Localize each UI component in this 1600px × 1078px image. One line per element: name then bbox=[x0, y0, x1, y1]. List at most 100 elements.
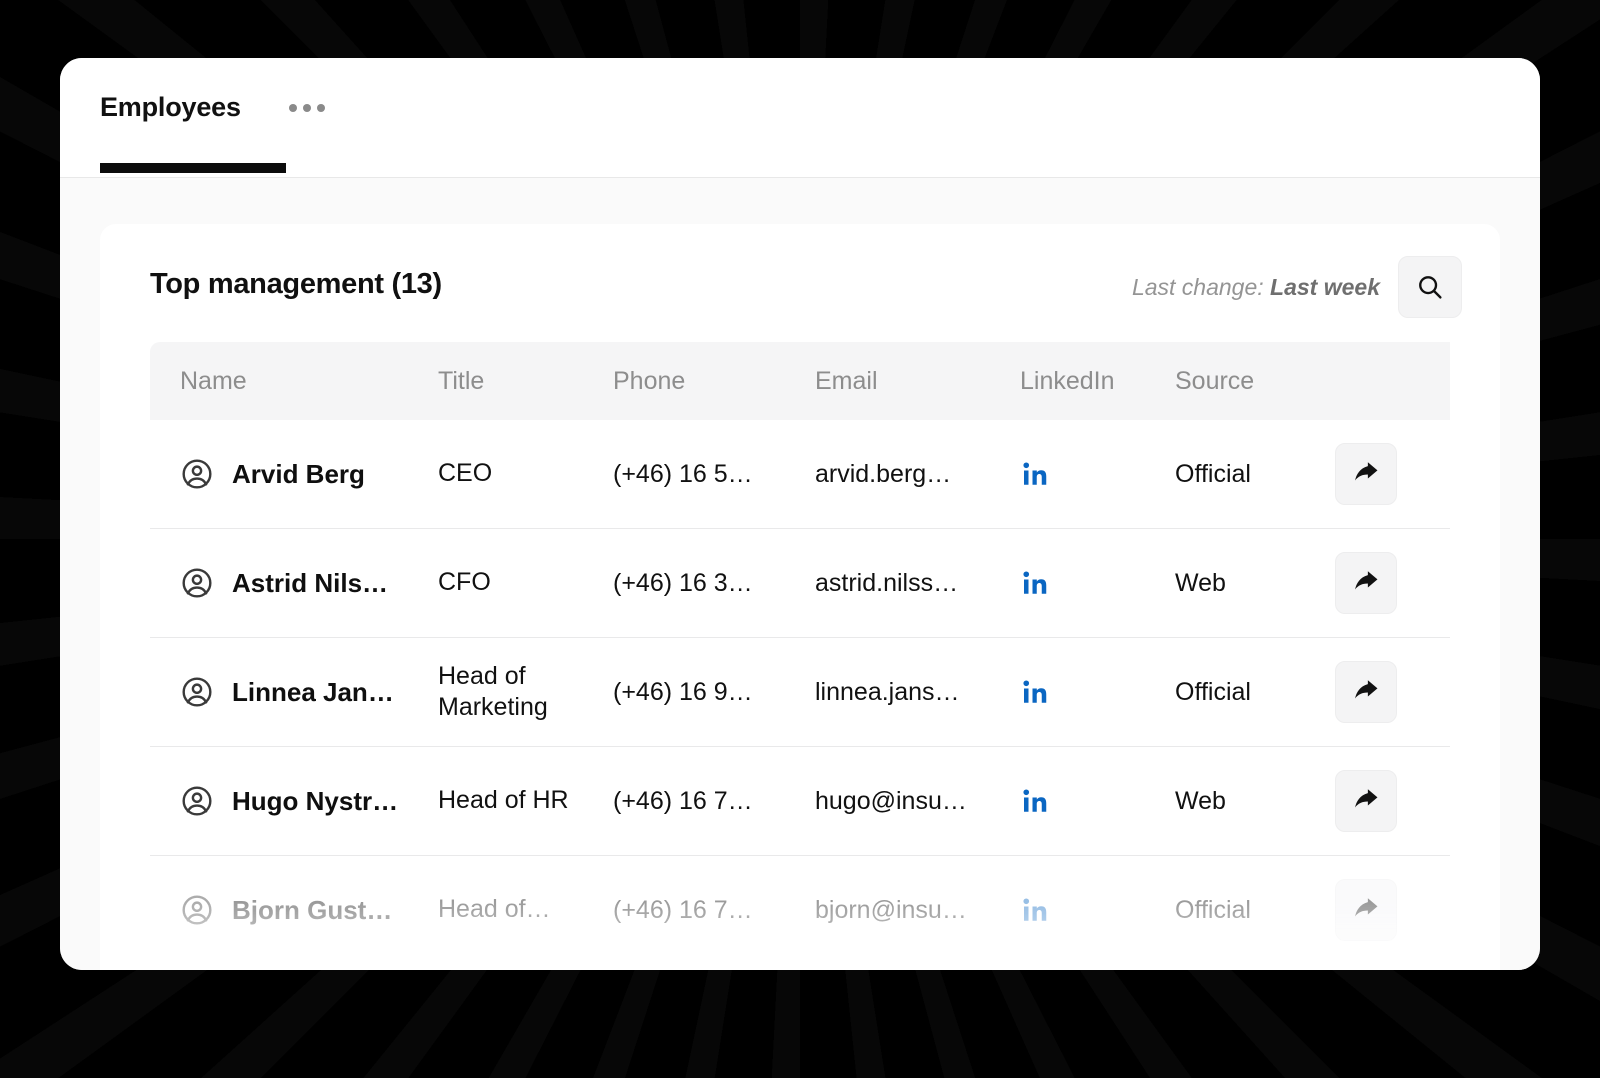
cell-actions bbox=[1335, 529, 1450, 638]
linkedin-icon[interactable] bbox=[1020, 895, 1050, 925]
cell-linkedin bbox=[1020, 747, 1175, 856]
linkedin-icon[interactable] bbox=[1020, 459, 1050, 489]
cell-phone: (+46) 16 3… bbox=[613, 529, 815, 638]
account-circle-icon bbox=[180, 784, 214, 818]
cell-phone: (+46) 16 5… bbox=[613, 420, 815, 529]
cell-linkedin bbox=[1020, 529, 1175, 638]
table-row[interactable]: Bjorn Gust… Head of… (+46) 16 7… bjorn@i… bbox=[150, 856, 1450, 965]
cell-linkedin bbox=[1020, 420, 1175, 529]
employee-name: Bjorn Gust… bbox=[232, 895, 392, 926]
employee-name: Hugo Nystr… bbox=[232, 786, 398, 817]
linkedin-icon[interactable] bbox=[1020, 786, 1050, 816]
search-icon bbox=[1415, 272, 1445, 302]
last-change-label: Last change: bbox=[1132, 274, 1264, 300]
table-body: Arvid Berg CEO (+46) 16 5… arvid.berg… bbox=[150, 420, 1450, 965]
page-title: Top management (13) bbox=[150, 268, 442, 301]
table-header: Name Title Phone Email LinkedIn Source bbox=[150, 342, 1450, 420]
cell-name: Hugo Nystr… bbox=[150, 747, 438, 856]
card-header: Top management (13) Last change: Last we… bbox=[100, 224, 1500, 348]
cell-name: Arvid Berg bbox=[150, 420, 438, 529]
dot-2 bbox=[303, 104, 311, 112]
cell-email: astrid.nilss… bbox=[815, 529, 1020, 638]
column-header-phone[interactable]: Phone bbox=[613, 342, 815, 420]
tab-employees-label: Employees bbox=[100, 94, 241, 121]
employees-table: Name Title Phone Email LinkedIn Source bbox=[150, 342, 1450, 965]
employee-email: arvid.berg… bbox=[815, 460, 1020, 489]
employees-table-scroll[interactable]: Name Title Phone Email LinkedIn Source bbox=[150, 342, 1450, 970]
employee-name: Astrid Nils… bbox=[232, 568, 388, 599]
employee-title: Head of Marketing bbox=[438, 661, 613, 724]
share-button[interactable] bbox=[1335, 661, 1397, 723]
linkedin-icon[interactable] bbox=[1020, 677, 1050, 707]
cell-phone: (+46) 16 9… bbox=[613, 638, 815, 747]
table-row[interactable]: Hugo Nystr… Head of HR (+46) 16 7… hugo@… bbox=[150, 747, 1450, 856]
cell-title: Head of HR bbox=[438, 747, 613, 856]
cell-source: Web bbox=[1175, 529, 1335, 638]
cell-actions bbox=[1335, 420, 1450, 529]
cell-actions bbox=[1335, 856, 1450, 965]
column-header-linkedin[interactable]: LinkedIn bbox=[1020, 342, 1175, 420]
dot-3 bbox=[317, 104, 325, 112]
table-row[interactable]: Arvid Berg CEO (+46) 16 5… arvid.berg… bbox=[150, 420, 1450, 529]
search-button[interactable] bbox=[1398, 256, 1462, 318]
share-icon bbox=[1350, 567, 1382, 599]
cell-actions bbox=[1335, 638, 1450, 747]
share-icon bbox=[1350, 785, 1382, 817]
page-body: Top management (13) Last change: Last we… bbox=[60, 178, 1540, 970]
content-card: Top management (13) Last change: Last we… bbox=[100, 224, 1500, 970]
cell-source: Web bbox=[1175, 747, 1335, 856]
cell-name: Linnea Jan… bbox=[150, 638, 438, 747]
cell-title: Head of Marketing bbox=[438, 638, 613, 747]
cell-source: Official bbox=[1175, 856, 1335, 965]
tab-active-indicator bbox=[100, 163, 286, 173]
app-window: Employees Top management (13) Last chang… bbox=[60, 58, 1540, 970]
cell-email: linnea.jans… bbox=[815, 638, 1020, 747]
account-circle-icon bbox=[180, 457, 214, 491]
cell-phone: (+46) 16 7… bbox=[613, 747, 815, 856]
linkedin-icon[interactable] bbox=[1020, 568, 1050, 598]
share-button[interactable] bbox=[1335, 770, 1397, 832]
cell-title: Head of… bbox=[438, 856, 613, 965]
column-header-name[interactable]: Name bbox=[150, 342, 438, 420]
table-row[interactable]: Linnea Jan… Head of Marketing (+46) 16 9… bbox=[150, 638, 1450, 747]
employee-name: Arvid Berg bbox=[232, 459, 365, 490]
employee-phone: (+46) 16 5… bbox=[613, 460, 815, 489]
share-icon bbox=[1350, 894, 1382, 926]
share-button[interactable] bbox=[1335, 879, 1397, 941]
employee-title: Head of HR bbox=[438, 785, 613, 816]
cell-email: hugo@insu… bbox=[815, 747, 1020, 856]
cell-name: Astrid Nils… bbox=[150, 529, 438, 638]
cell-email: arvid.berg… bbox=[815, 420, 1020, 529]
column-header-title[interactable]: Title bbox=[438, 342, 613, 420]
last-change-value: Last week bbox=[1270, 274, 1380, 300]
tab-employees[interactable]: Employees bbox=[100, 94, 329, 121]
share-button[interactable] bbox=[1335, 443, 1397, 505]
card-header-actions: Last change: Last week bbox=[1132, 256, 1462, 318]
employee-source: Official bbox=[1175, 678, 1335, 707]
cell-phone: (+46) 16 7… bbox=[613, 856, 815, 965]
dot-1 bbox=[289, 104, 297, 112]
cell-name: Bjorn Gust… bbox=[150, 856, 438, 965]
employee-title: CEO bbox=[438, 458, 613, 489]
more-options-icon[interactable] bbox=[285, 96, 329, 120]
employee-phone: (+46) 16 7… bbox=[613, 896, 815, 925]
cell-source: Official bbox=[1175, 638, 1335, 747]
employee-email: astrid.nilss… bbox=[815, 569, 1020, 598]
last-change-text: Last change: Last week bbox=[1132, 274, 1380, 301]
column-header-email[interactable]: Email bbox=[815, 342, 1020, 420]
cell-linkedin bbox=[1020, 638, 1175, 747]
cell-title: CFO bbox=[438, 529, 613, 638]
employee-email: bjorn@insu… bbox=[815, 896, 1020, 925]
share-button[interactable] bbox=[1335, 552, 1397, 614]
column-header-source[interactable]: Source bbox=[1175, 342, 1335, 420]
employee-title: CFO bbox=[438, 567, 613, 598]
employee-source: Official bbox=[1175, 896, 1335, 925]
employee-source: Web bbox=[1175, 569, 1335, 598]
employee-phone: (+46) 16 9… bbox=[613, 678, 815, 707]
account-circle-icon bbox=[180, 566, 214, 600]
employee-phone: (+46) 16 3… bbox=[613, 569, 815, 598]
table-row[interactable]: Astrid Nils… CFO (+46) 16 3… astrid.nils… bbox=[150, 529, 1450, 638]
table-header-row: Name Title Phone Email LinkedIn Source bbox=[150, 342, 1450, 420]
cell-linkedin bbox=[1020, 856, 1175, 965]
share-icon bbox=[1350, 458, 1382, 490]
